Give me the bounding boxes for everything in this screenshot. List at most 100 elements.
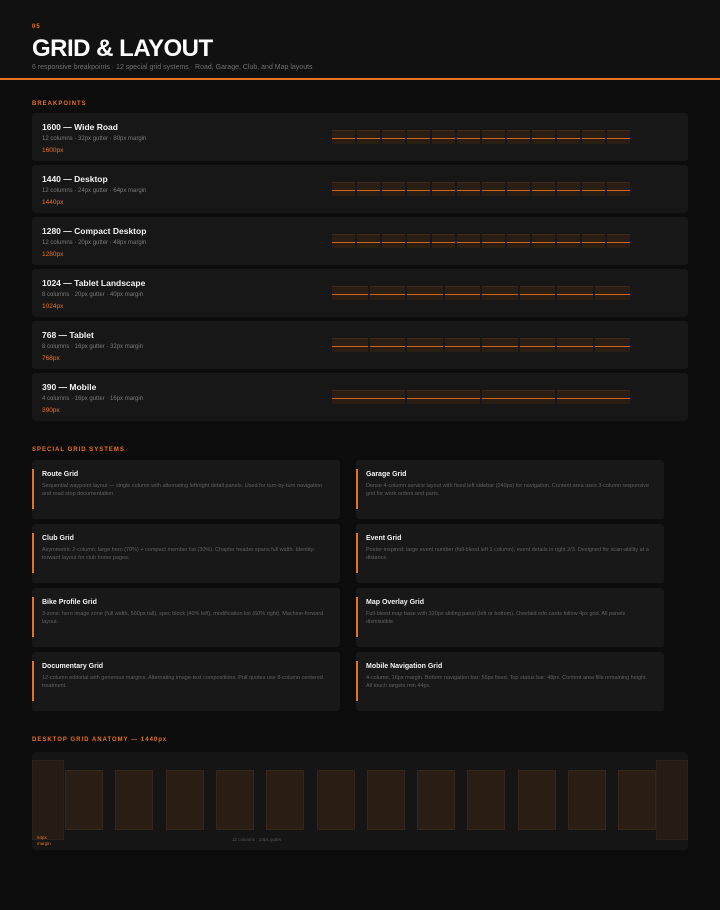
grid-column bbox=[532, 234, 555, 248]
special-grid-title: Documentary Grid bbox=[42, 663, 104, 670]
anatomy-column bbox=[165, 770, 204, 830]
special-grid-title: Event Grid bbox=[366, 535, 402, 542]
special-grid-title: Bike Profile Grid bbox=[42, 599, 97, 606]
breakpoint-card: 1440 — Desktop 12 columns · 24px gutter ·… bbox=[32, 165, 688, 213]
grid-column bbox=[444, 286, 480, 300]
special-grid-title: Map Overlay Grid bbox=[366, 599, 424, 606]
special-grid-card: Route Grid Sequential waypoint layout — s… bbox=[32, 460, 340, 519]
grid-column bbox=[507, 130, 530, 144]
anatomy-column bbox=[366, 770, 405, 830]
special-grid-card: Event Grid Poster-inspired: large event n… bbox=[356, 524, 664, 583]
grid-column bbox=[432, 234, 455, 248]
special-grid-card: Mobile Navigation Grid 4-column, 16px mar… bbox=[356, 652, 664, 711]
grid-column bbox=[407, 338, 443, 352]
grid-column bbox=[519, 286, 555, 300]
page-header: 05 GRID & LAYOUT 6 responsive breakpoint… bbox=[0, 0, 720, 80]
breakpoint-column-visual bbox=[332, 338, 630, 352]
breakpoint-list: 1600 — Wide Road 12 columns · 32px gutter… bbox=[32, 113, 688, 425]
grid-column bbox=[332, 390, 405, 404]
special-grid-description: Sequential waypoint layout — single colu… bbox=[42, 483, 323, 497]
grid-column bbox=[557, 390, 630, 404]
breakpoint-card: 1280 — Compact Desktop 12 columns · 20px … bbox=[32, 217, 688, 265]
grid-column bbox=[582, 234, 605, 248]
breakpoint-card: 768 — Tablet 8 columns · 16px gutter · 32… bbox=[32, 321, 688, 369]
special-grid-card: Map Overlay Grid Full-bleed map base with… bbox=[356, 588, 664, 647]
grid-column bbox=[482, 182, 505, 196]
special-grid-description: Poster-inspired: large event number (ful… bbox=[366, 547, 649, 561]
grid-column bbox=[532, 130, 555, 144]
special-grid-description: 12-column editorial with generous margin… bbox=[42, 675, 323, 689]
accent-bar bbox=[32, 597, 34, 637]
anatomy-column bbox=[316, 770, 355, 830]
special-grid-description: Dense 4-column service layout with fixed… bbox=[366, 483, 650, 497]
grid-column bbox=[432, 182, 455, 196]
grid-column bbox=[594, 338, 630, 352]
breakpoint-name: 390 — Mobile bbox=[42, 382, 97, 392]
accent-bar bbox=[356, 469, 358, 509]
special-grid-description: 3-zone: hero image zone (full width, 560… bbox=[42, 611, 324, 625]
grid-column bbox=[557, 130, 580, 144]
section-number: 05 bbox=[32, 24, 41, 30]
grid-column bbox=[407, 130, 430, 144]
breakpoint-width: 768px bbox=[42, 355, 60, 362]
breakpoint-spec: 8 columns · 20px gutter · 40px margin bbox=[42, 292, 144, 298]
breakpoint-column-visual bbox=[332, 182, 630, 196]
special-grid-title: Club Grid bbox=[42, 535, 74, 542]
special-grid-description: 4-column, 16px margin. Bottom navigation… bbox=[366, 675, 648, 689]
breakpoint-width: 1440px bbox=[42, 199, 64, 206]
grid-column bbox=[482, 130, 505, 144]
breakpoint-card: 1024 — Tablet Landscape 8 columns · 20px … bbox=[32, 269, 688, 317]
special-grid-card: Documentary Grid 12-column editorial with… bbox=[32, 652, 340, 711]
grid-column bbox=[582, 130, 605, 144]
grid-column bbox=[332, 234, 355, 248]
anatomy-label: DESKTOP GRID ANATOMY — 1440px bbox=[32, 737, 168, 743]
grid-column bbox=[407, 234, 430, 248]
breakpoint-column-visual bbox=[332, 234, 630, 248]
grid-column bbox=[382, 130, 405, 144]
grid-column bbox=[519, 338, 555, 352]
grid-column bbox=[594, 286, 630, 300]
grid-column bbox=[557, 182, 580, 196]
grid-column bbox=[607, 182, 630, 196]
grid-column bbox=[357, 234, 380, 248]
grid-column bbox=[382, 234, 405, 248]
grid-column bbox=[332, 182, 355, 196]
anatomy-column bbox=[417, 770, 456, 830]
grid-column bbox=[357, 182, 380, 196]
accent-bar bbox=[32, 533, 34, 573]
left-margin-zone bbox=[32, 760, 64, 840]
grid-column bbox=[607, 130, 630, 144]
breakpoint-name: 1280 — Compact Desktop bbox=[42, 226, 147, 236]
grid-anatomy-diagram: 64px margin 12 columns · 24px gutter bbox=[32, 752, 688, 850]
grid-column bbox=[557, 338, 593, 352]
breakpoints-label: BREAKPOINTS bbox=[32, 101, 87, 107]
breakpoint-card: 390 — Mobile 4 columns · 16px gutter · 16… bbox=[32, 373, 688, 421]
breakpoint-width: 1024px bbox=[42, 303, 64, 310]
anatomy-column bbox=[618, 770, 657, 830]
grid-column bbox=[457, 182, 480, 196]
grid-column bbox=[332, 286, 368, 300]
breakpoint-width: 1600px bbox=[42, 147, 64, 154]
anatomy-column bbox=[266, 770, 305, 830]
page-title: GRID & LAYOUT bbox=[32, 35, 213, 62]
grid-column bbox=[532, 182, 555, 196]
breakpoint-spec: 8 columns · 16px gutter · 32px margin bbox=[42, 344, 144, 350]
margin-label-text: margin bbox=[37, 840, 51, 846]
grid-column bbox=[482, 234, 505, 248]
grid-column bbox=[457, 234, 480, 248]
grid-column bbox=[507, 234, 530, 248]
grid-column bbox=[582, 182, 605, 196]
special-grid-card: Garage Grid Dense 4-column service layout… bbox=[356, 460, 664, 519]
special-grid-description: Full-bleed map base with 320px sliding p… bbox=[366, 611, 626, 625]
breakpoint-card: 1600 — Wide Road 12 columns · 32px gutter… bbox=[32, 113, 688, 161]
breakpoint-column-visual bbox=[332, 390, 630, 404]
breakpoint-name: 768 — Tablet bbox=[42, 330, 94, 340]
accent-bar bbox=[32, 469, 34, 509]
special-grid-description: Asymmetric 2-column: large hero (70%) + … bbox=[42, 547, 316, 561]
special-grid-title: Mobile Navigation Grid bbox=[366, 663, 443, 670]
right-margin-zone bbox=[656, 760, 688, 840]
accent-bar bbox=[356, 533, 358, 573]
grid-column bbox=[407, 286, 443, 300]
anatomy-column bbox=[517, 770, 556, 830]
anatomy-column bbox=[65, 770, 103, 830]
